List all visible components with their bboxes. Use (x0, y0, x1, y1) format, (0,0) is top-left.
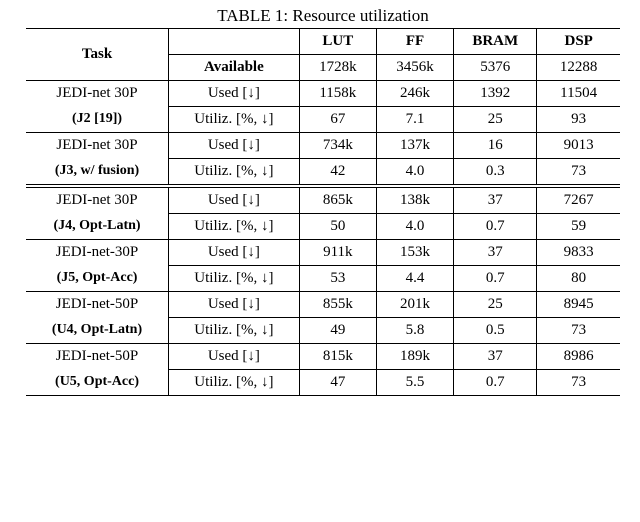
used-2-3: 7267 (537, 188, 620, 214)
header-dsp: DSP (537, 29, 620, 55)
utiliz-0-3: 93 (537, 107, 620, 133)
used-4-1: 201k (376, 292, 453, 318)
metric-utiliz-4: Utiliz. [%, ↓] (169, 318, 300, 344)
used-5-0: 815k (299, 344, 376, 370)
utiliz-5-2: 0.7 (454, 370, 537, 396)
used-1-2: 16 (454, 133, 537, 159)
task-variant-3: (J5, Opt-Acc) (26, 266, 169, 292)
utiliz-3-1: 4.4 (376, 266, 453, 292)
utiliz-5-1: 5.5 (376, 370, 453, 396)
used-0-0: 1158k (299, 81, 376, 107)
utiliz-3-3: 80 (537, 266, 620, 292)
task-variant-2: (J4, Opt-Latn) (26, 214, 169, 240)
task-variant-1: (J3, w/ fusion) (26, 159, 169, 185)
utiliz-4-2: 0.5 (454, 318, 537, 344)
used-4-0: 855k (299, 292, 376, 318)
utiliz-3-2: 0.7 (454, 266, 537, 292)
task-name-0: JEDI-net 30P (26, 81, 169, 107)
used-3-1: 153k (376, 240, 453, 266)
available-label: Available (169, 55, 300, 81)
header-lut: LUT (299, 29, 376, 55)
utiliz-0-1: 7.1 (376, 107, 453, 133)
used-3-2: 37 (454, 240, 537, 266)
table-caption: TABLE 1: Resource utilization (26, 6, 620, 26)
used-5-2: 37 (454, 344, 537, 370)
used-2-0: 865k (299, 188, 376, 214)
used-2-2: 37 (454, 188, 537, 214)
utiliz-3-0: 53 (299, 266, 376, 292)
header-ff: FF (376, 29, 453, 55)
used-5-3: 8986 (537, 344, 620, 370)
used-2-1: 138k (376, 188, 453, 214)
used-0-1: 246k (376, 81, 453, 107)
available-dsp: 12288 (537, 55, 620, 81)
header-bram: BRAM (454, 29, 537, 55)
utiliz-2-2: 0.7 (454, 214, 537, 240)
task-header-label: Task (82, 46, 112, 62)
metric-utiliz-3: Utiliz. [%, ↓] (169, 266, 300, 292)
utiliz-1-3: 73 (537, 159, 620, 185)
used-1-3: 9013 (537, 133, 620, 159)
utiliz-4-1: 5.8 (376, 318, 453, 344)
metric-used-1: Used [↓] (169, 133, 300, 159)
task-variant-5: (U5, Opt-Acc) (26, 370, 169, 396)
utiliz-1-2: 0.3 (454, 159, 537, 185)
used-4-2: 25 (454, 292, 537, 318)
utiliz-0-0: 67 (299, 107, 376, 133)
utiliz-5-0: 47 (299, 370, 376, 396)
task-name-2: JEDI-net 30P (26, 188, 169, 214)
metric-utiliz-0: Utiliz. [%, ↓] (169, 107, 300, 133)
utiliz-1-1: 4.0 (376, 159, 453, 185)
used-0-3: 11504 (537, 81, 620, 107)
task-header: Task (26, 29, 169, 81)
utiliz-0-2: 25 (454, 107, 537, 133)
task-name-3: JEDI-net-30P (26, 240, 169, 266)
utiliz-2-1: 4.0 (376, 214, 453, 240)
utiliz-4-0: 49 (299, 318, 376, 344)
header-blank (169, 29, 300, 55)
used-3-0: 911k (299, 240, 376, 266)
available-ff: 3456k (376, 55, 453, 81)
utiliz-4-3: 73 (537, 318, 620, 344)
utiliz-5-3: 73 (537, 370, 620, 396)
task-name-5: JEDI-net-50P (26, 344, 169, 370)
task-name-1: JEDI-net 30P (26, 133, 169, 159)
metric-used-4: Used [↓] (169, 292, 300, 318)
metric-utiliz-2: Utiliz. [%, ↓] (169, 214, 300, 240)
utiliz-1-0: 42 (299, 159, 376, 185)
used-3-3: 9833 (537, 240, 620, 266)
used-1-0: 734k (299, 133, 376, 159)
available-bram: 5376 (454, 55, 537, 81)
used-5-1: 189k (376, 344, 453, 370)
used-0-2: 1392 (454, 81, 537, 107)
metric-used-2: Used [↓] (169, 188, 300, 214)
utiliz-2-3: 59 (537, 214, 620, 240)
task-name-4: JEDI-net-50P (26, 292, 169, 318)
metric-used-3: Used [↓] (169, 240, 300, 266)
metric-used-5: Used [↓] (169, 344, 300, 370)
resource-table: TaskLUTFFBRAMDSPAvailable1728k3456k53761… (26, 28, 620, 396)
metric-utiliz-5: Utiliz. [%, ↓] (169, 370, 300, 396)
utiliz-2-0: 50 (299, 214, 376, 240)
used-1-1: 137k (376, 133, 453, 159)
available-lut: 1728k (299, 55, 376, 81)
used-4-3: 8945 (537, 292, 620, 318)
task-variant-0: (J2 [19]) (26, 107, 169, 133)
metric-used-0: Used [↓] (169, 81, 300, 107)
task-variant-4: (U4, Opt-Latn) (26, 318, 169, 344)
metric-utiliz-1: Utiliz. [%, ↓] (169, 159, 300, 185)
